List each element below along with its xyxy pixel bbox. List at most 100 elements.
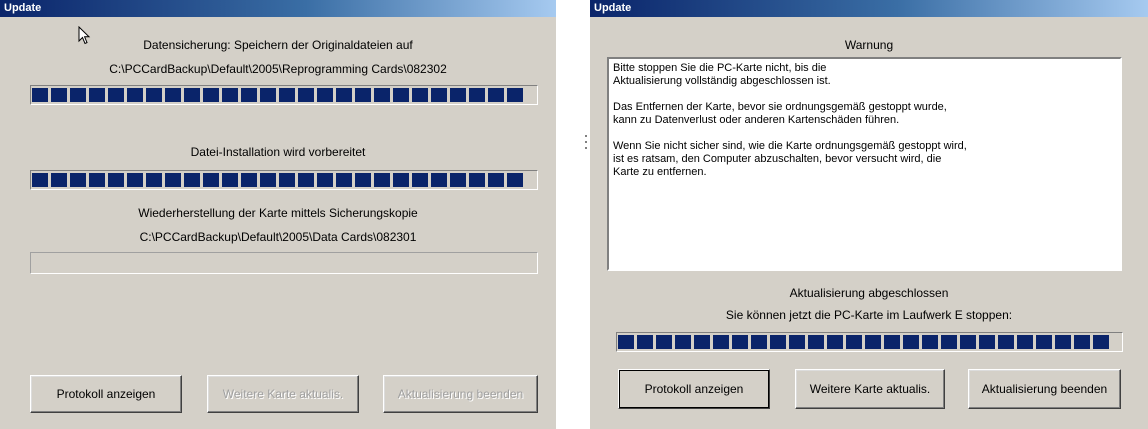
progress-fill — [618, 335, 1121, 349]
progress-block — [51, 88, 67, 102]
progress-block — [336, 173, 352, 187]
progress-block — [694, 335, 710, 349]
warning-paragraph-3: Wenn Sie nicht sicher sind, wie die Kart… — [613, 140, 967, 178]
progress-block — [279, 173, 295, 187]
progress-block — [222, 88, 238, 102]
progress-block — [1036, 335, 1052, 349]
progress-block — [260, 173, 276, 187]
progress-block — [618, 335, 634, 349]
warning-textbox[interactable]: Bitte stoppen Sie die PC-Karte nicht, bi… — [607, 57, 1122, 271]
title-bar[interactable]: Update — [590, 0, 1148, 17]
progress-block — [827, 335, 843, 349]
progress-block — [127, 88, 143, 102]
progress-block — [1055, 335, 1071, 349]
progress-block — [260, 88, 276, 102]
progress-block — [469, 88, 485, 102]
finish-update-button[interactable]: Aktualisierung beenden — [968, 369, 1121, 409]
finish-update-button[interactable]: Aktualisierung beenden — [383, 375, 538, 413]
progress-block — [469, 173, 485, 187]
progress-block — [884, 335, 900, 349]
progress-block — [998, 335, 1014, 349]
progress-block — [507, 173, 523, 187]
progress-block — [298, 88, 314, 102]
progress-block — [165, 88, 181, 102]
progress-block — [450, 88, 466, 102]
progress-block — [770, 335, 786, 349]
warning-paragraph-2: Das Entfernen der Karte, bevor sie ordnu… — [613, 101, 947, 126]
progress-block — [317, 88, 333, 102]
update-next-card-button[interactable]: Weitere Karte aktualis. — [207, 375, 359, 413]
progress-block — [751, 335, 767, 349]
arrow-cursor-icon — [78, 26, 91, 45]
progress-block — [317, 173, 333, 187]
progress-block — [393, 88, 409, 102]
separator-dots — [585, 135, 587, 149]
progress-block — [146, 173, 162, 187]
progress-block — [241, 173, 257, 187]
progress-block — [203, 88, 219, 102]
progress-block — [941, 335, 957, 349]
progress-block — [808, 335, 824, 349]
progress-block — [637, 335, 653, 349]
progress-block — [789, 335, 805, 349]
progress-block — [412, 173, 428, 187]
progress-block — [336, 88, 352, 102]
show-log-button[interactable]: Protokoll anzeigen — [30, 375, 182, 413]
progress-block — [675, 335, 691, 349]
progress-block — [184, 173, 200, 187]
progress-block — [431, 173, 447, 187]
complete-progress-bar — [616, 332, 1123, 352]
progress-block — [865, 335, 881, 349]
progress-block — [1093, 335, 1109, 349]
progress-fill — [32, 88, 536, 102]
progress-block — [51, 173, 67, 187]
install-label: Datei-Installation wird vorbereitet — [190, 145, 366, 159]
progress-block — [412, 88, 428, 102]
progress-block — [922, 335, 938, 349]
progress-block — [507, 88, 523, 102]
update-dialog-left: Update Datensicherung: Speichern der Ori… — [0, 0, 556, 429]
progress-block — [979, 335, 995, 349]
progress-fill — [32, 255, 536, 271]
progress-block — [488, 173, 504, 187]
progress-block — [431, 88, 447, 102]
status-label: Aktualisierung abgeschlossen — [789, 286, 949, 300]
progress-block — [165, 173, 181, 187]
progress-block — [903, 335, 919, 349]
progress-block — [732, 335, 748, 349]
warning-paragraph-1: Bitte stoppen Sie die PC-Karte nicht, bi… — [613, 62, 831, 87]
title-bar[interactable]: Update — [0, 0, 556, 17]
stop-hint-label: Sie können jetzt die PC-Karte im Laufwer… — [725, 308, 1013, 322]
restore-path: C:\PCCardBackup\Default\2005\Data Cards\… — [139, 230, 417, 244]
progress-block — [656, 335, 672, 349]
progress-block — [488, 88, 504, 102]
progress-block — [1017, 335, 1033, 349]
progress-block — [393, 173, 409, 187]
progress-block — [1074, 335, 1090, 349]
update-dialog-right: Update Warnung Bitte stoppen Sie die PC-… — [590, 0, 1148, 429]
progress-block — [70, 88, 86, 102]
progress-block — [374, 173, 390, 187]
progress-fill — [32, 173, 536, 187]
progress-block — [184, 88, 200, 102]
progress-block — [279, 88, 295, 102]
progress-block — [146, 88, 162, 102]
progress-block — [846, 335, 862, 349]
progress-block — [298, 173, 314, 187]
progress-block — [127, 173, 143, 187]
progress-block — [89, 173, 105, 187]
progress-block — [960, 335, 976, 349]
progress-block — [108, 88, 124, 102]
progress-block — [222, 173, 238, 187]
restore-progress-bar — [30, 252, 538, 274]
progress-block — [355, 173, 371, 187]
restore-label: Wiederherstellung der Karte mittels Sich… — [138, 206, 418, 220]
progress-block — [32, 88, 48, 102]
progress-block — [32, 173, 48, 187]
show-log-button[interactable]: Protokoll anzeigen — [618, 369, 770, 409]
backup-path: C:\PCCardBackup\Default\2005\Reprogrammi… — [109, 62, 447, 76]
warning-heading: Warnung — [844, 38, 894, 52]
progress-block — [203, 173, 219, 187]
progress-block — [108, 173, 124, 187]
update-next-card-button[interactable]: Weitere Karte aktualis. — [795, 369, 945, 409]
